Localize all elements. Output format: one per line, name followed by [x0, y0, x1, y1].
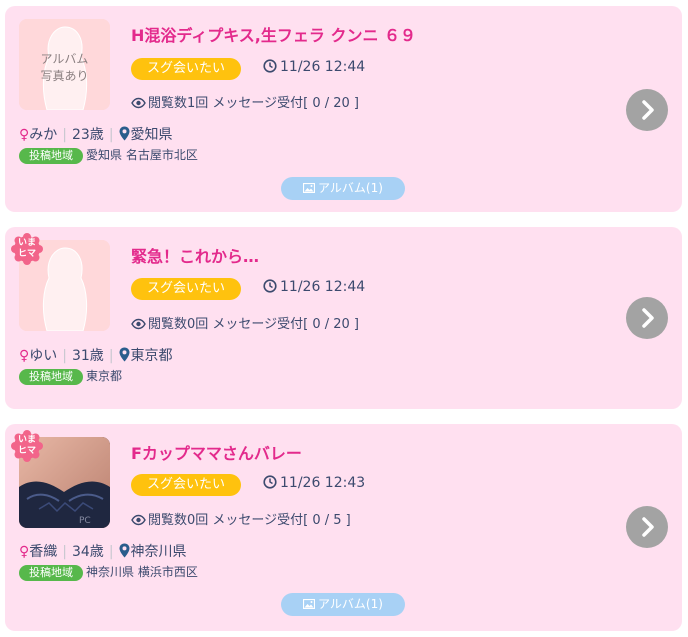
- album-button-label: アルバム(1): [318, 181, 383, 195]
- view-count-value: 閲覧数1回 メッセージ受付[ 0 / 20 ]: [148, 96, 360, 111]
- view-count-value: 閲覧数0回 メッセージ受付[ 0 / 20 ]: [148, 317, 360, 332]
- view-count: 閲覧数1回 メッセージ受付[ 0 / 20 ]: [131, 92, 359, 111]
- post-time: 11/26 12:43: [263, 475, 365, 491]
- eye-icon: [131, 514, 146, 526]
- status-badge: スグ会いたい: [131, 58, 241, 80]
- poster-age: 34歳: [71, 544, 104, 560]
- region-value: 愛知県 名古屋市北区: [86, 148, 198, 162]
- post-card[interactable]: PC いま ヒマ Fカップママさんバレー スグ会いたい 11/26 12:43 …: [5, 424, 682, 631]
- post-title[interactable]: H混浴ディプキス,生フェラ クンニ ６９: [131, 22, 416, 46]
- poster-prefecture: 東京都: [130, 348, 173, 364]
- female-icon: ♀: [19, 127, 30, 143]
- poster-age: 31歳: [71, 348, 104, 364]
- chevron-right-icon: [642, 517, 654, 537]
- view-count-value: 閲覧数0回 メッセージ受付[ 0 / 5 ]: [148, 513, 351, 528]
- post-thumbnail[interactable]: アルバム 写真あり: [19, 19, 110, 110]
- status-badge: スグ会いたい: [131, 278, 241, 300]
- poster-prefecture: 愛知県: [130, 127, 173, 143]
- view-count: 閲覧数0回 メッセージ受付[ 0 / 5 ]: [131, 509, 351, 528]
- region-label: 投稿地域: [19, 148, 83, 164]
- post-region: 投稿地域 神奈川県 横浜市西区: [19, 563, 198, 581]
- divider: |: [62, 127, 67, 143]
- eye-icon: [131, 318, 146, 330]
- image-icon: [303, 183, 316, 193]
- album-photo-label: アルバム 写真あり: [40, 52, 89, 83]
- now-free-badge: いま ヒマ: [11, 430, 43, 462]
- image-icon: [303, 599, 316, 609]
- chevron-right-icon: [642, 100, 654, 120]
- map-pin-icon: [119, 543, 130, 558]
- map-pin-icon: [119, 347, 130, 362]
- album-button[interactable]: アルバム(1): [281, 593, 405, 616]
- album-button[interactable]: アルバム(1): [281, 177, 405, 200]
- post-time: 11/26 12:44: [263, 59, 365, 75]
- view-count: 閲覧数0回 メッセージ受付[ 0 / 20 ]: [131, 313, 359, 332]
- divider: |: [108, 127, 114, 143]
- map-pin-icon: [119, 126, 130, 141]
- profile-line: ♀みか | 23歳 | 愛知県: [19, 124, 173, 144]
- region-value: 神奈川県 横浜市西区: [86, 565, 198, 579]
- profile-line: ♀ゆい | 31歳 | 東京都: [19, 345, 173, 365]
- post-time-value: 11/26 12:43: [280, 475, 366, 491]
- post-card[interactable]: アルバム 写真あり H混浴ディプキス,生フェラ クンニ ６９ スグ会いたい 11…: [5, 6, 682, 212]
- divider: |: [108, 348, 114, 364]
- post-title[interactable]: Fカップママさんバレー: [131, 440, 302, 464]
- chevron-right-icon: [642, 308, 654, 328]
- open-post-button[interactable]: [626, 89, 668, 131]
- poster-age: 23歳: [71, 127, 104, 143]
- poster-name: 香織: [29, 544, 58, 560]
- region-value: 東京都: [86, 369, 123, 383]
- clock-icon: [263, 279, 277, 293]
- poster-name: みか: [29, 127, 58, 143]
- eye-icon: [131, 97, 146, 109]
- post-time: 11/26 12:44: [263, 279, 365, 295]
- divider: |: [62, 348, 67, 364]
- status-badge: スグ会いたい: [131, 474, 241, 496]
- poster-prefecture: 神奈川県: [130, 544, 187, 560]
- post-title[interactable]: 緊急！これから…: [131, 243, 259, 267]
- post-card[interactable]: いま ヒマ 緊急！これから… スグ会いたい 11/26 12:44 閲覧数0回 …: [5, 227, 682, 409]
- post-time-value: 11/26 12:44: [280, 59, 366, 75]
- now-free-badge: いま ヒマ: [11, 233, 43, 265]
- region-label: 投稿地域: [19, 369, 83, 385]
- clock-icon: [263, 475, 277, 489]
- now-free-label: いま ヒマ: [17, 435, 36, 456]
- open-post-button[interactable]: [626, 506, 668, 548]
- svg-text:PC: PC: [79, 516, 91, 526]
- divider: |: [108, 544, 114, 560]
- album-button-label: アルバム(1): [318, 597, 383, 611]
- poster-name: ゆい: [29, 348, 58, 364]
- post-time-value: 11/26 12:44: [280, 279, 366, 295]
- open-post-button[interactable]: [626, 297, 668, 339]
- female-icon: ♀: [19, 544, 30, 560]
- post-region: 投稿地域 愛知県 名古屋市北区: [19, 146, 198, 164]
- now-free-label: いま ヒマ: [17, 238, 36, 259]
- profile-line: ♀香織 | 34歳 | 神奈川県: [19, 541, 187, 561]
- post-region: 投稿地域 東京都: [19, 367, 122, 385]
- region-label: 投稿地域: [19, 565, 83, 581]
- divider: |: [62, 544, 67, 560]
- clock-icon: [263, 59, 277, 73]
- female-icon: ♀: [19, 348, 30, 364]
